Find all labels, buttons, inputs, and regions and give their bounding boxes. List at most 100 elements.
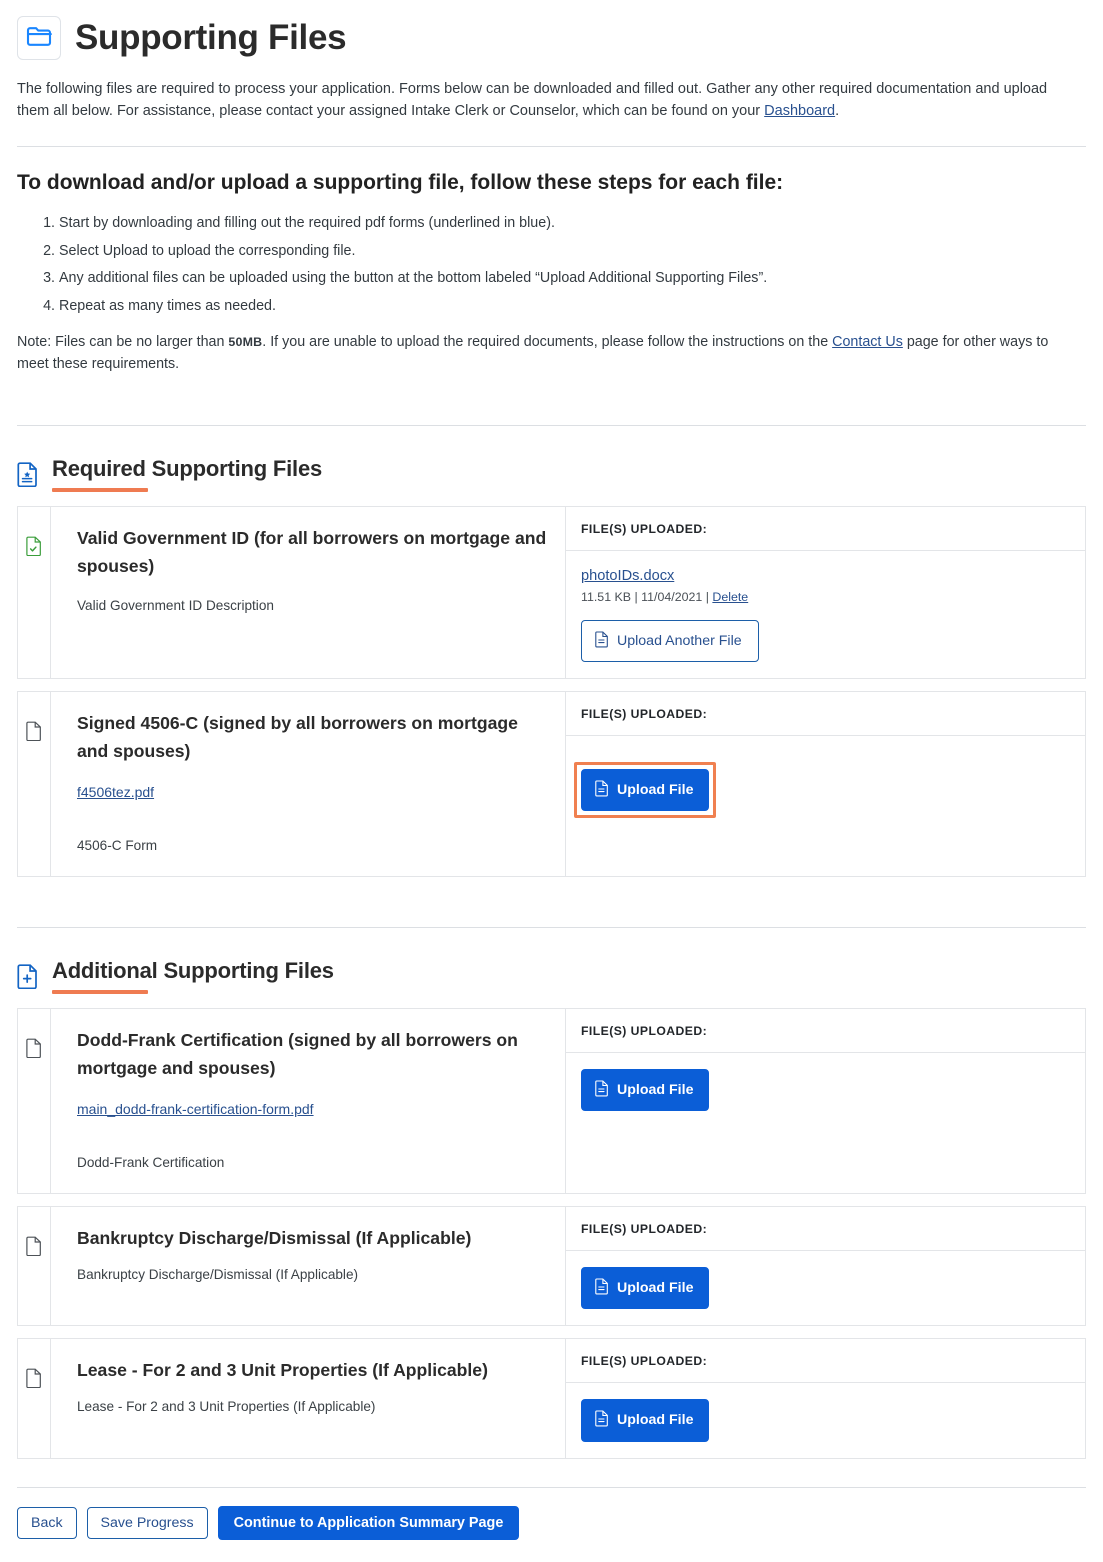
step-item: Repeat as many times as needed. [59,296,1086,318]
uploaded-file-date: 11/04/2021 [641,590,703,604]
row-status-cell [18,1207,51,1326]
document-empty-icon [26,1368,42,1393]
back-button[interactable]: Back [17,1506,77,1539]
row-status-cell [18,692,51,877]
row-main-content: Dodd-Frank Certification (signed by all … [51,1009,566,1194]
files-uploaded-label: FILE(S) UPLOADED: [566,1009,1085,1054]
upload-another-file-label: Upload Another File [617,633,742,649]
upload-file-label: Upload File [617,1280,694,1297]
row-status-cell [18,1339,51,1458]
divider-before-additional [17,927,1086,929]
page-header: Supporting Files [17,0,1086,64]
note-middle: . If you are unable to upload the requir… [262,334,833,350]
file-requirement-description: 4506-C Form [77,838,158,854]
upload-another-file-button[interactable]: Upload Another File [581,620,759,663]
steps-list: Start by downloading and filling out the… [17,213,1086,317]
upload-file-icon [595,1410,609,1430]
file-requirement-title: Signed 4506-C (signed by all borrowers o… [77,713,518,762]
upload-button-wrap: Upload File [581,1069,710,1112]
page-title: Supporting Files [75,18,347,57]
save-progress-button[interactable]: Save Progress [86,1506,208,1539]
file-size-note: Note: Files can be no larger than 50MB. … [17,331,1067,375]
note-prefix: Note: Files can be no larger than [17,334,229,350]
document-complete-icon [26,536,42,561]
intro-text-after: . [835,103,840,119]
row-main-content: Signed 4506-C (signed by all borrowers o… [51,692,566,877]
document-empty-icon [26,721,42,746]
files-uploaded-label: FILE(S) UPLOADED: [566,1207,1085,1252]
files-uploaded-body: Upload File [566,736,1085,876]
document-empty-icon [26,1038,42,1063]
upload-button-wrap: Upload File [581,1267,710,1310]
file-requirement-description: Bankruptcy Discharge/Dismissal (If Appli… [77,1267,359,1283]
upload-file-icon [595,1278,609,1298]
table-row: Lease - For 2 and 3 Unit Properties (If … [17,1338,1086,1459]
section-required-supporting-files: Required Supporting Files Valid Governme… [17,456,1086,878]
delete-file-link[interactable]: Delete [712,590,748,604]
intro-paragraph: The following files are required to proc… [17,78,1079,122]
upload-file-focus-highlight: Upload File [574,762,717,819]
section-title-underline [52,990,148,995]
uploaded-file-meta: 11.51 KB | 11/04/2021 | Delete [581,590,1085,604]
form-download-link[interactable]: main_dodd-frank-certification-form.pdf [77,1101,314,1117]
file-requirement-description: Valid Government ID Description [77,598,274,613]
section-title: Additional Supporting Files [52,958,334,984]
folder-icon [26,25,52,52]
contact-us-link[interactable]: Contact Us [832,334,903,350]
upload-file-label: Upload File [617,1082,694,1099]
table-row: Dodd-Frank Certification (signed by all … [17,1008,1086,1195]
upload-file-icon [595,1080,609,1100]
form-download-link[interactable]: f4506tez.pdf [77,784,154,800]
upload-file-icon [595,780,609,800]
step-item: Select Upload to upload the correspondin… [59,241,1086,263]
upload-file-icon [595,631,609,651]
table-row: Bankruptcy Discharge/Dismissal (If Appli… [17,1206,1086,1327]
upload-file-button[interactable]: Upload File [581,769,710,812]
continue-to-summary-button[interactable]: Continue to Application Summary Page [217,1505,520,1541]
row-upload-panel: FILE(S) UPLOADED: Upload File [566,692,1085,876]
file-requirement-title: Valid Government ID (for all borrowers o… [77,528,547,576]
file-requirement-description: Lease - For 2 and 3 Unit Properties (If … [77,1399,376,1415]
uploaded-file-size: 11.51 KB [581,590,632,604]
upload-file-button[interactable]: Upload File [581,1069,710,1112]
files-uploaded-body: Upload File [566,1251,1085,1325]
file-requirement-title: Bankruptcy Discharge/Dismissal (If Appli… [77,1228,472,1249]
row-main-content: Valid Government ID (for all borrowers o… [51,507,566,679]
file-requirement-description: Dodd-Frank Certification [77,1155,225,1171]
steps-title: To download and/or upload a supporting f… [17,171,784,194]
row-upload-panel: FILE(S) UPLOADED: Upload File [566,1339,1085,1457]
max-file-size: 50MB [228,335,263,349]
row-upload-panel: FILE(S) UPLOADED: Upload File [566,1207,1085,1325]
step-item: Any additional files can be uploaded usi… [59,268,1086,290]
upload-file-button[interactable]: Upload File [581,1399,710,1442]
document-add-icon [17,963,39,990]
row-status-cell [18,507,51,679]
file-requirement-title: Dodd-Frank Certification (signed by all … [77,1030,518,1079]
document-required-icon [17,461,39,487]
meta-separator: | [702,590,713,604]
upload-file-label: Upload File [617,1412,694,1429]
files-uploaded-body: Upload File [566,1053,1085,1193]
upload-file-button[interactable]: Upload File [581,1267,710,1310]
section-title-wrap-required: Required Supporting Files [52,456,322,492]
upload-another-wrap: Upload Another File [581,620,759,663]
meta-separator: | [631,590,642,604]
upload-button-wrap: Upload File [581,1399,710,1442]
file-requirement-title: Lease - For 2 and 3 Unit Properties (If … [77,1360,488,1381]
section-title-underline [52,488,148,492]
folder-icon-box [17,16,61,60]
footer-actions: Back Save Progress Continue to Applicati… [17,1488,1086,1562]
step-item: Start by downloading and filling out the… [59,213,1086,235]
upload-file-label: Upload File [617,782,694,799]
files-uploaded-body: Upload File [566,1383,1085,1457]
dashboard-link[interactable]: Dashboard [764,103,835,119]
section-header-required: Required Supporting Files [17,456,1086,492]
files-uploaded-label: FILE(S) UPLOADED: [566,1339,1085,1384]
section-title-wrap-additional: Additional Supporting Files [52,958,334,995]
supporting-files-page: Supporting Files The following files are… [0,0,1103,1562]
uploaded-file-link[interactable]: photoIDs.docx [581,568,674,584]
divider-top [17,146,1086,147]
files-uploaded-label: FILE(S) UPLOADED: [566,692,1085,737]
